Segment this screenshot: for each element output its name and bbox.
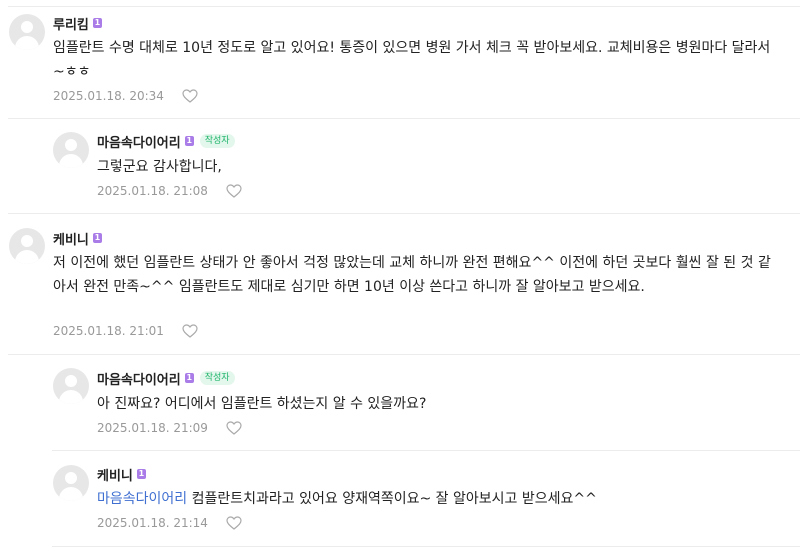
heart-icon[interactable] <box>182 324 198 338</box>
heart-icon[interactable] <box>226 516 242 530</box>
avatar[interactable] <box>53 368 89 404</box>
mention-link[interactable]: 마음속다이어리 <box>97 491 187 507</box>
comment-date: 2025.01.18. 21:09 <box>97 421 208 435</box>
top-divider <box>8 6 800 7</box>
author-badge: 작성자 <box>199 371 235 385</box>
comment-date: 2025.01.18. 21:14 <box>97 516 208 530</box>
author-badge: 작성자 <box>199 134 235 148</box>
comment-text: 아 진짜요? 어디에서 임플란트 하셨는지 알 수 있을까요? <box>97 396 427 412</box>
comment-date: 2025.01.18. 20:34 <box>53 89 164 103</box>
comment-author[interactable]: 루리킴 <box>53 14 89 33</box>
heart-icon[interactable] <box>182 89 198 103</box>
level-badge-icon: 1 <box>184 136 194 146</box>
heart-icon[interactable] <box>226 184 242 198</box>
comment-text: 컴플란트치과라고 있어요 양재역쪽이요~ 잘 알아보시고 받으세요^^ <box>191 491 597 507</box>
divider <box>8 354 800 355</box>
comment-text: 그렇군요 감사합니다, <box>97 159 222 175</box>
avatar[interactable] <box>9 14 45 50</box>
comment-author[interactable]: 마음속다이어리 <box>97 132 181 151</box>
avatar[interactable] <box>53 465 89 501</box>
avatar[interactable] <box>9 228 45 264</box>
level-badge-icon: 1 <box>136 469 146 479</box>
comment-author[interactable]: 마음속다이어리 <box>97 369 181 388</box>
divider <box>8 118 800 119</box>
divider <box>52 450 800 451</box>
level-badge-icon: 1 <box>184 373 194 383</box>
comment-author[interactable]: 케비니 <box>53 229 89 248</box>
comment-date: 2025.01.18. 21:08 <box>97 184 208 198</box>
level-badge-icon: 1 <box>92 233 102 243</box>
divider <box>8 213 800 214</box>
level-badge-icon: 1 <box>92 18 102 28</box>
comment-date: 2025.01.18. 21:01 <box>53 324 164 338</box>
heart-icon[interactable] <box>226 421 242 435</box>
comment-author[interactable]: 케비니 <box>97 465 133 484</box>
comment-text-row: 마음속다이어리 컴플란트치과라고 있어요 양재역쪽이요~ 잘 알아보시고 받으세… <box>97 487 776 511</box>
comment-text: 임플란트 수명 대체로 10년 정도로 알고 있어요! 통증이 있으면 병원 가… <box>53 40 771 80</box>
divider <box>52 546 800 547</box>
avatar[interactable] <box>53 132 89 168</box>
comment-text: 저 이전에 했던 임플란트 상태가 안 좋아서 걱정 많았는데 교체 하니까 완… <box>53 255 771 295</box>
